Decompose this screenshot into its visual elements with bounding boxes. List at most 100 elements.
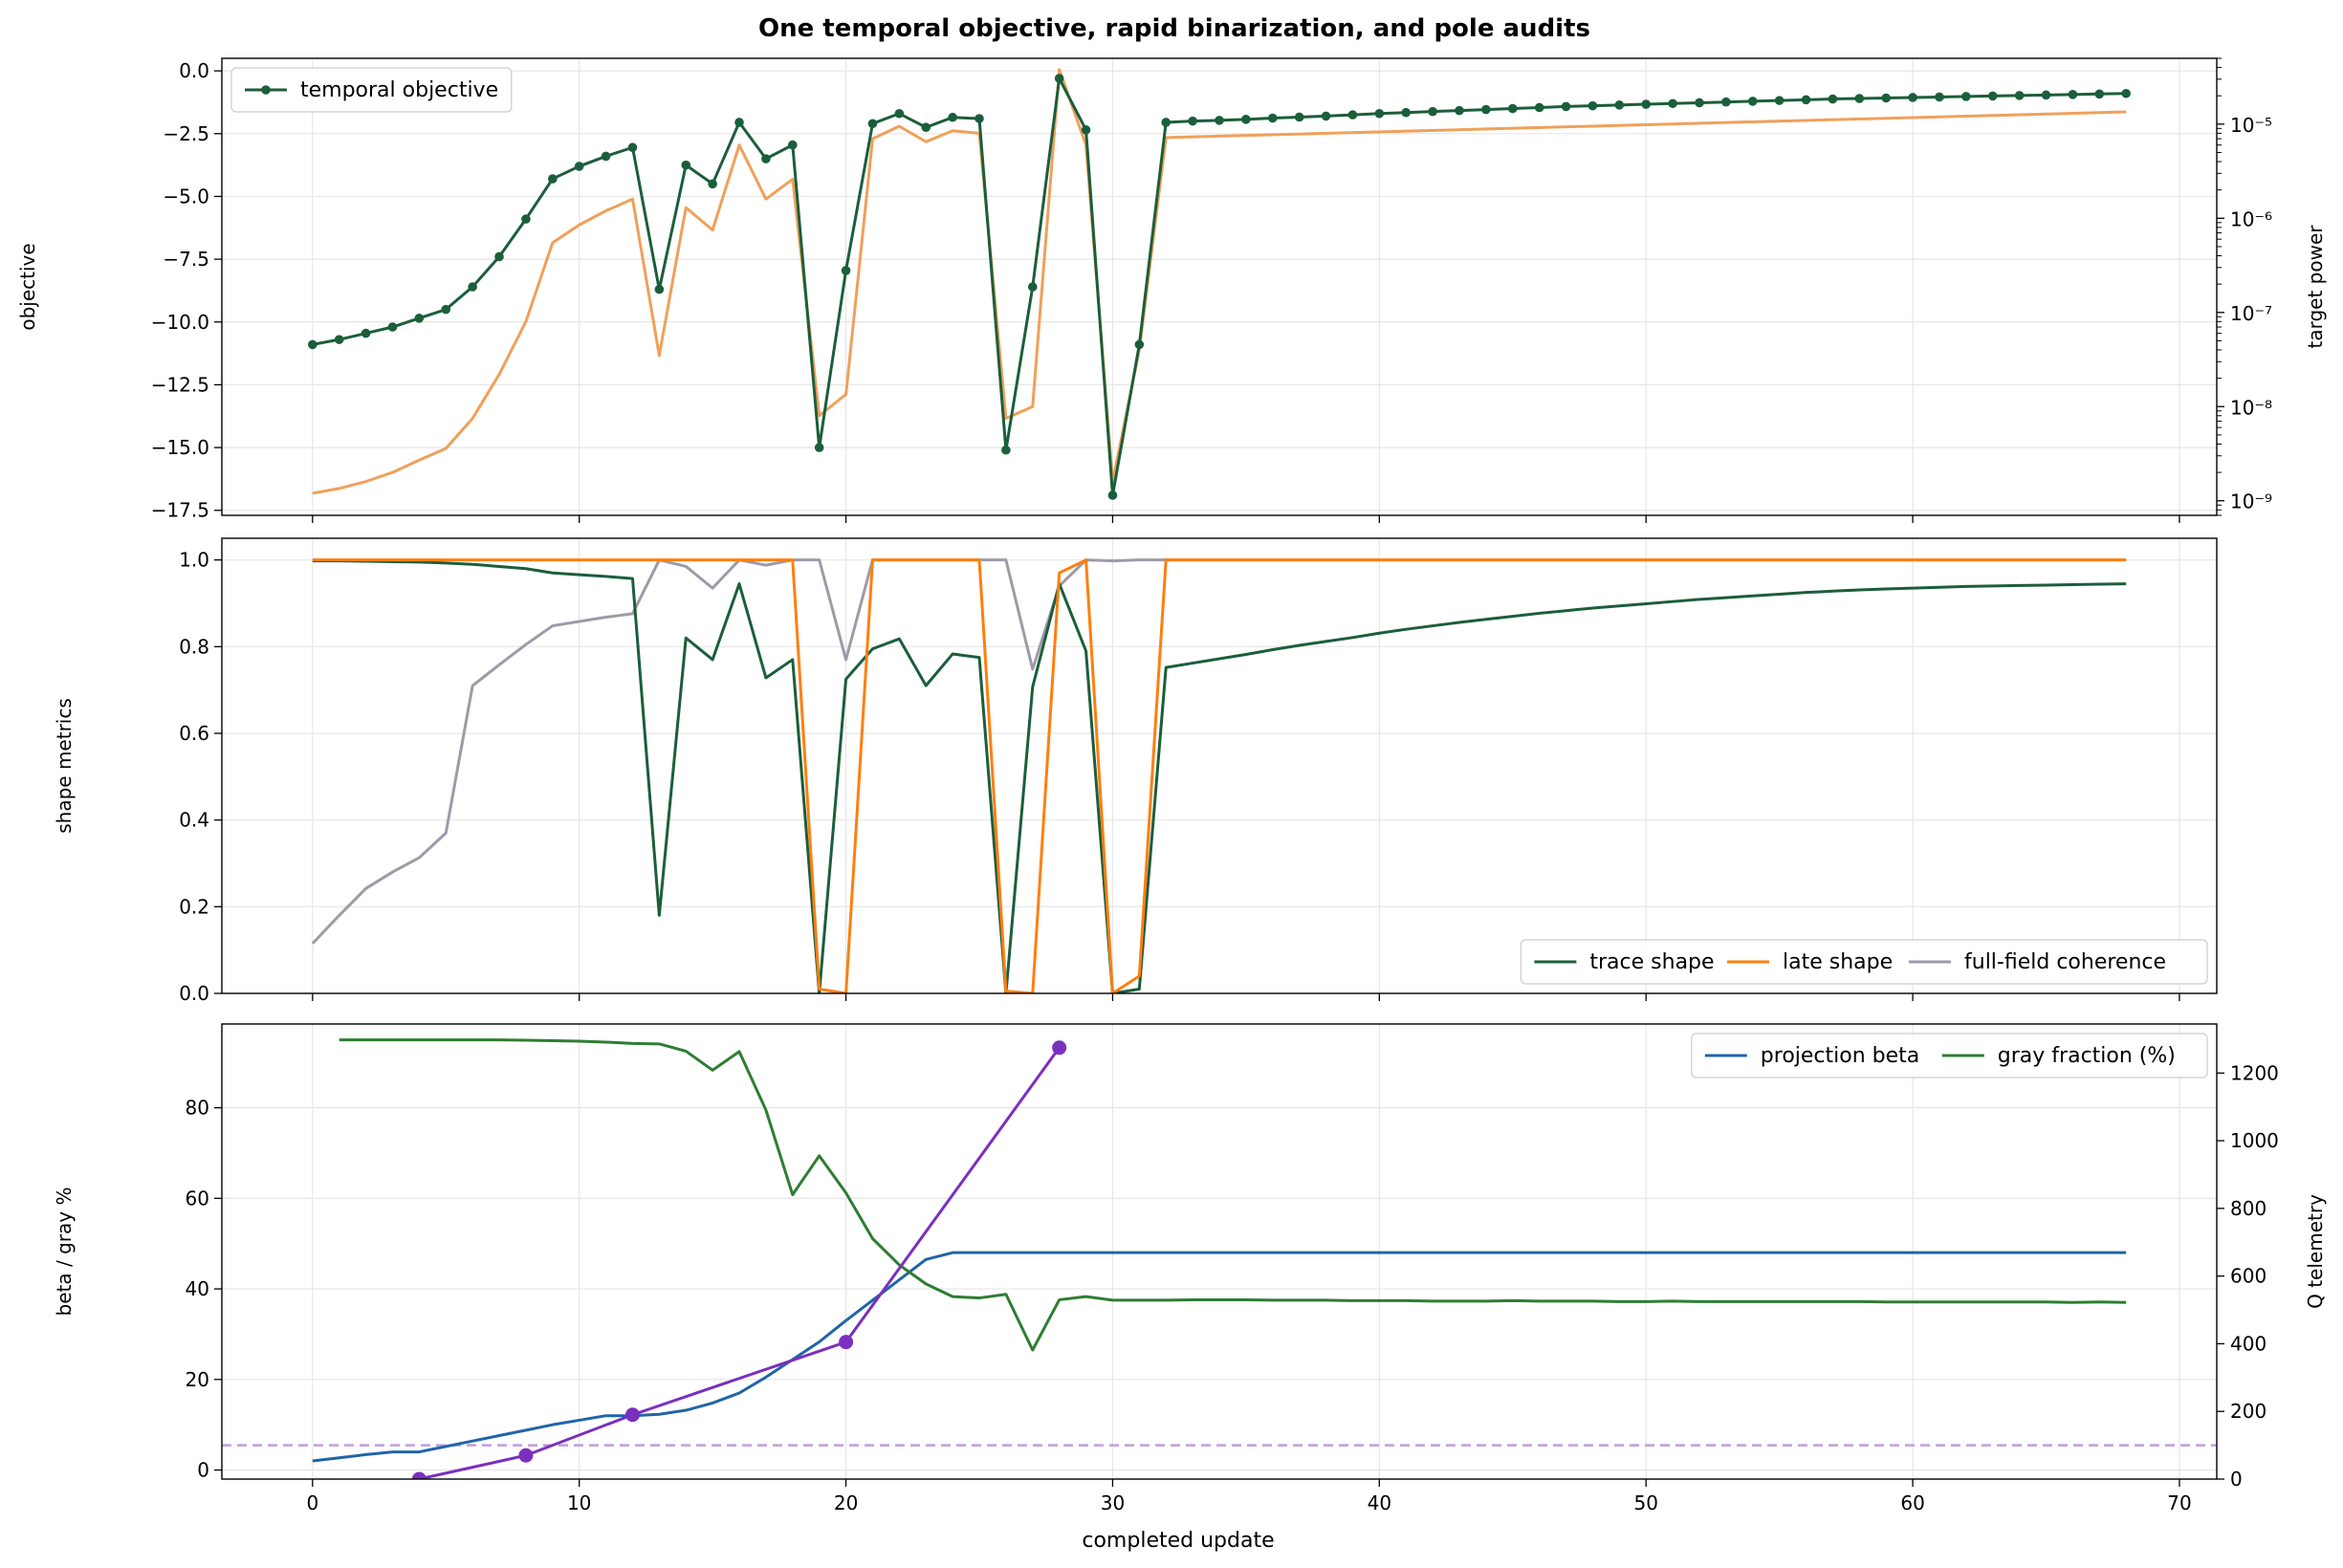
temporal-objective-point [548,174,558,184]
x-tick-label: 20 [834,1492,858,1514]
figure-title: One temporal objective, rapid binarizati… [758,14,1590,43]
temporal-objective-point [1668,98,1677,109]
y-tick-label: 0.2 [179,895,209,918]
temporal-objective-point [1321,111,1331,121]
y-tick-label: 0.4 [179,809,209,832]
projection-beta-line [312,1251,2127,1463]
legend-label: projection beta [1761,1044,1919,1068]
temporal-objective-point [894,108,905,119]
y-tick-label: 80 [186,1097,209,1120]
y2-tick-label: 1200 [2230,1061,2279,1084]
y-tick-label: −10.0 [151,311,209,334]
temporal-objective-point [1294,112,1304,122]
temporal-objective-point [1854,94,1865,103]
temporal-objective-point [1695,98,1704,108]
temporal-objective-point [2068,90,2078,99]
y2-tick-label: 400 [2230,1332,2266,1355]
temporal-objective-point [1614,100,1625,110]
y-axis-label: beta / gray % [53,1187,76,1317]
y-tick-label: −15.0 [151,436,209,459]
y-tick-label: −2.5 [163,122,209,145]
y-tick-label: 0 [197,1459,209,1482]
x-tick-label: 40 [1368,1492,1391,1514]
figure: One temporal objective, rapid binarizati… [16,14,2327,1553]
y-tick-label: 40 [186,1277,209,1300]
temporal-objective-point [387,322,398,332]
plot-area [222,1038,2217,1479]
q-telemetry-line [419,1046,1061,1479]
temporal-objective-point [1721,97,1731,107]
y2-tick-label: 10⁻⁸ [2230,396,2272,419]
temporal-objective-point [1107,490,1118,500]
temporal-objective-point [1215,116,1224,125]
temporal-objective-point [414,314,425,323]
legend-marker [261,85,271,95]
y-tick-label: −12.5 [151,373,209,396]
y-tick-label: −17.5 [151,499,209,522]
x-tick-label: 50 [1633,1492,1657,1514]
temporal-objective-point [1641,99,1652,109]
temporal-objective-point [1054,74,1064,83]
y2-tick-label: 800 [2230,1197,2266,1220]
y-axis-label: shape metrics [53,698,76,834]
panel-shape: 0.0 0.2 0.4 0.6 0.8 1.0 shape metrics trace sha… [53,537,2218,1005]
temporal-objective-point [1987,91,1998,101]
y2-tick-label: 600 [2230,1265,2266,1288]
temporal-objective-point [1481,104,1491,115]
temporal-objective-point [1428,106,1437,117]
temporal-objective-point [1455,105,1464,116]
y-tick-label: 20 [186,1368,209,1391]
chart-panels: 0.0 −2.5 −5.0 −7.5 −10.0 −12.5 −15.0 −17.5 10⁻⁹ 1… [16,57,2327,1514]
full-field-coherence-line [311,558,2127,945]
x-tick-label: 10 [567,1492,591,1514]
temporal-objective-point [1347,110,1358,120]
x-tick-label: 60 [1900,1492,1924,1514]
temporal-objective-point [521,214,531,224]
temporal-objective-point [1935,92,1944,102]
legend: trace shape late shape full-field coherenc… [1520,939,2208,985]
legend: temporal objective [230,67,513,113]
x-axis-label: completed update [1082,1529,1274,1553]
temporal-objective-point [1801,95,1811,105]
x-tick-label: 0 [306,1492,318,1514]
temporal-objective-point [867,119,878,129]
temporal-objective-point [1161,118,1172,127]
legend: projection beta gray fraction (%) [1691,1033,2208,1078]
temporal-objective-point [1881,93,1891,103]
late-shape-line [312,558,2127,993]
temporal-objective-point [841,266,851,275]
temporal-objective-point [1001,445,1011,455]
temporal-objective-point [2014,91,2025,100]
y2-tick-label: 200 [2230,1400,2266,1423]
plot-area [311,558,2127,993]
y2-tick-label: 0 [2230,1468,2243,1491]
temporal-objective-point [1507,103,1518,114]
temporal-objective-point [814,443,824,452]
legend-label: gray fraction (%) [1998,1044,2176,1068]
temporal-objective-point [1747,97,1758,106]
temporal-objective-point [1027,282,1038,292]
q-telemetry-point [518,1448,534,1463]
temporal-objective-point [974,114,984,123]
y-tick-label: 0.8 [179,635,209,658]
x-tick-label: 70 [2167,1492,2191,1514]
temporal-objective-point [734,118,744,127]
y-tick-label: 0.0 [179,59,209,82]
q-telemetry-point [1052,1040,1067,1056]
temporal-objective-point [1534,102,1544,113]
temporal-objective-point [494,251,504,262]
temporal-objective-point [681,160,691,170]
temporal-objective-point [1081,125,1091,135]
y2-axis-label: target power [2304,225,2327,349]
panel-frame [221,57,2218,516]
temporal-objective-point [1188,116,1197,126]
panel-beta: 0 10 20 30 40 50 60 700204060800200400600800100… [53,1023,2327,1514]
temporal-objective-point [1267,113,1278,123]
temporal-objective-point [708,179,717,189]
temporal-objective-point [441,304,451,315]
temporal-objective-point [1774,96,1785,105]
temporal-objective-point [787,140,798,150]
temporal-objective-point [1401,107,1412,118]
y-axis-label: objective [16,243,39,330]
q-telemetry-point [624,1407,640,1423]
